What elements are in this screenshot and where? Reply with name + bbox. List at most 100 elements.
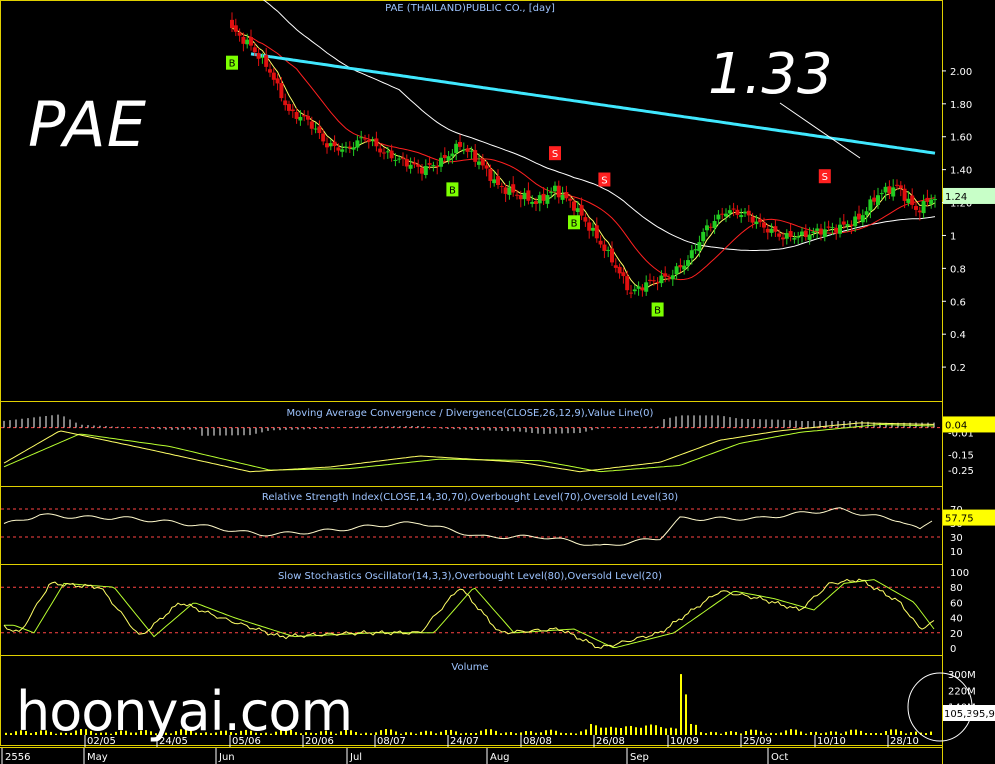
candle-down bbox=[378, 148, 383, 153]
candle-up bbox=[807, 234, 812, 240]
candle-up bbox=[716, 214, 721, 220]
candle-down bbox=[420, 167, 424, 174]
rsi-line bbox=[3, 507, 933, 546]
x-date-label: 26/08 bbox=[596, 736, 625, 747]
candle-up bbox=[674, 266, 679, 275]
macd-tick-label: -0.15 bbox=[948, 450, 974, 461]
candle-up bbox=[606, 249, 611, 251]
candle-up bbox=[754, 221, 759, 225]
candle-down bbox=[249, 37, 253, 46]
candle-down bbox=[902, 188, 907, 201]
candle-down bbox=[708, 226, 713, 228]
candle-up bbox=[454, 143, 459, 153]
candle-down bbox=[442, 155, 447, 159]
signal-label: S bbox=[822, 172, 828, 183]
candle-down bbox=[515, 194, 519, 196]
candle-down bbox=[610, 248, 614, 263]
candle-down bbox=[914, 206, 918, 210]
candle-up bbox=[344, 146, 348, 148]
candle-down bbox=[762, 222, 766, 228]
candle-down bbox=[746, 210, 751, 216]
candle-up bbox=[636, 286, 641, 289]
macd-tick-label: -0.25 bbox=[948, 466, 974, 477]
candle-up bbox=[537, 195, 542, 204]
candle-up bbox=[351, 147, 356, 150]
candle-up bbox=[530, 201, 535, 204]
volume-last-value: 105,395,90 bbox=[944, 709, 995, 720]
candle-down bbox=[568, 198, 573, 201]
candle-down bbox=[834, 227, 839, 233]
candle-down bbox=[374, 138, 379, 147]
macd-line bbox=[3, 422, 934, 473]
candle-down bbox=[895, 184, 899, 186]
candle-up bbox=[864, 211, 869, 215]
candle-down bbox=[667, 278, 671, 280]
annotation-pointer bbox=[779, 102, 861, 159]
x-month-label: Jun bbox=[218, 752, 235, 763]
candle-down bbox=[849, 224, 854, 226]
candle-up bbox=[921, 200, 926, 214]
candle-down bbox=[629, 292, 633, 294]
candle-up bbox=[492, 179, 497, 184]
candle-down bbox=[363, 138, 367, 140]
candle-down bbox=[511, 184, 516, 193]
candle-down bbox=[306, 115, 310, 120]
candle-up bbox=[359, 137, 364, 139]
candle-down bbox=[256, 53, 261, 59]
candle-up bbox=[385, 151, 390, 153]
candle-down bbox=[325, 143, 329, 148]
candle-down bbox=[526, 190, 531, 201]
candle-down bbox=[347, 146, 352, 148]
x-date-label: 10/10 bbox=[817, 736, 846, 747]
candle-down bbox=[321, 133, 326, 142]
price-tick-label: 0.4 bbox=[950, 330, 966, 341]
candle-up bbox=[575, 208, 580, 212]
x-date-label: 25/09 bbox=[743, 736, 772, 747]
price-tick-label: 0.2 bbox=[950, 363, 966, 374]
x-month-label: Sep bbox=[630, 752, 649, 763]
candle-down bbox=[781, 237, 785, 240]
candle-up bbox=[450, 153, 455, 157]
candle-down bbox=[758, 219, 763, 223]
candle-down bbox=[613, 265, 618, 268]
candle-down bbox=[283, 100, 288, 106]
candle-down bbox=[518, 195, 523, 200]
site-watermark: hoonyai.com bbox=[16, 680, 353, 743]
candle-down bbox=[435, 165, 440, 167]
candle-up bbox=[545, 195, 550, 204]
candle-down bbox=[496, 176, 500, 186]
price-tick-label: 1.80 bbox=[950, 100, 972, 111]
candle-down bbox=[556, 185, 561, 198]
candle-down bbox=[499, 186, 504, 188]
candle-down bbox=[777, 233, 782, 237]
candle-up bbox=[705, 225, 709, 231]
candle-down bbox=[841, 221, 846, 225]
x-date-label: 28/10 bbox=[890, 736, 919, 747]
stoch-tick-label: 40 bbox=[950, 614, 963, 625]
candle-up bbox=[838, 224, 842, 234]
signal-label: B bbox=[571, 218, 578, 229]
candle-up bbox=[796, 236, 801, 238]
candle-down bbox=[366, 139, 371, 142]
candle-down bbox=[382, 152, 386, 154]
rsi-tick-label: 10 bbox=[950, 547, 963, 558]
candle-up bbox=[477, 161, 481, 165]
candle-down bbox=[910, 195, 915, 205]
stoch-k-line bbox=[3, 578, 935, 649]
candle-down bbox=[427, 163, 432, 165]
candle-down bbox=[617, 266, 622, 274]
candle-up bbox=[522, 192, 527, 200]
candle-down bbox=[579, 205, 584, 216]
candle-up bbox=[423, 166, 428, 176]
candle-down bbox=[287, 104, 291, 111]
candle-up bbox=[461, 149, 466, 151]
candle-up bbox=[313, 128, 318, 130]
candle-up bbox=[393, 159, 398, 161]
signal-label: S bbox=[552, 149, 558, 160]
candle-up bbox=[298, 116, 303, 121]
candle-up bbox=[245, 39, 250, 45]
candle-up bbox=[549, 191, 554, 194]
signal-label: S bbox=[601, 176, 607, 187]
candle-down bbox=[389, 150, 394, 159]
x-date-label: 08/08 bbox=[523, 736, 552, 747]
